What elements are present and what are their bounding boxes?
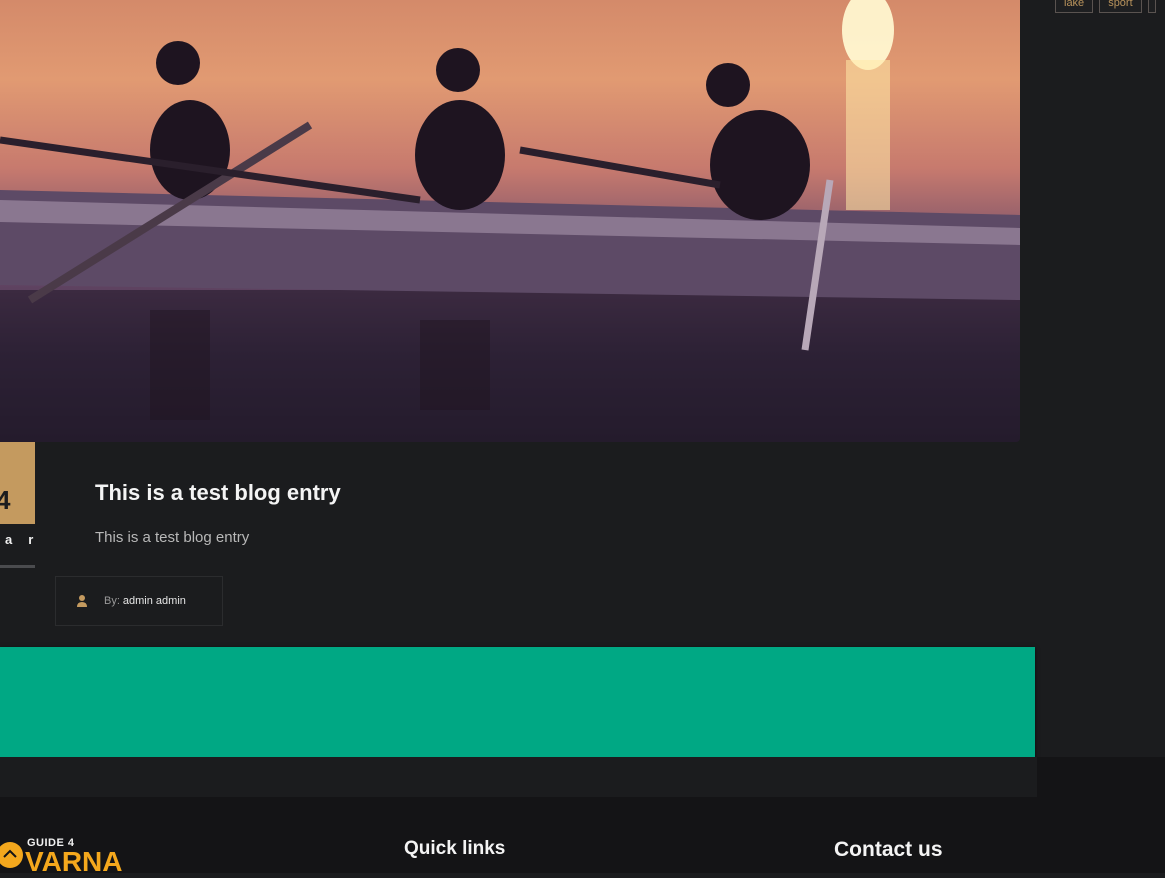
footer xyxy=(0,757,1165,873)
author-name[interactable]: admin admin xyxy=(123,595,186,607)
post-title[interactable]: This is a test blog entry xyxy=(95,480,341,506)
date-divider xyxy=(0,565,35,568)
footer-spacer xyxy=(0,757,1037,797)
logo-varna-text: VARNA xyxy=(25,846,123,877)
tag-more[interactable]: ​ xyxy=(1147,0,1156,13)
tag-list: lake sport ​ xyxy=(1055,0,1156,13)
contact-heading: Contact us xyxy=(834,838,943,861)
tag-lake[interactable]: lake xyxy=(1055,0,1094,13)
post-date-day: 4 xyxy=(0,485,11,515)
rowing-photo xyxy=(0,0,1020,442)
quick-links-heading: Quick links xyxy=(404,838,506,859)
tag-sport[interactable]: sport xyxy=(1099,0,1142,13)
post-excerpt: This is a test blog entry xyxy=(95,529,250,546)
logo-icon[interactable] xyxy=(0,835,24,878)
post-date-month: ar xyxy=(5,532,50,547)
post-featured-image[interactable] xyxy=(0,0,1020,442)
author-label: By: xyxy=(104,595,120,607)
user-icon xyxy=(76,594,88,608)
post-author-meta: By: admin admin xyxy=(55,576,223,626)
